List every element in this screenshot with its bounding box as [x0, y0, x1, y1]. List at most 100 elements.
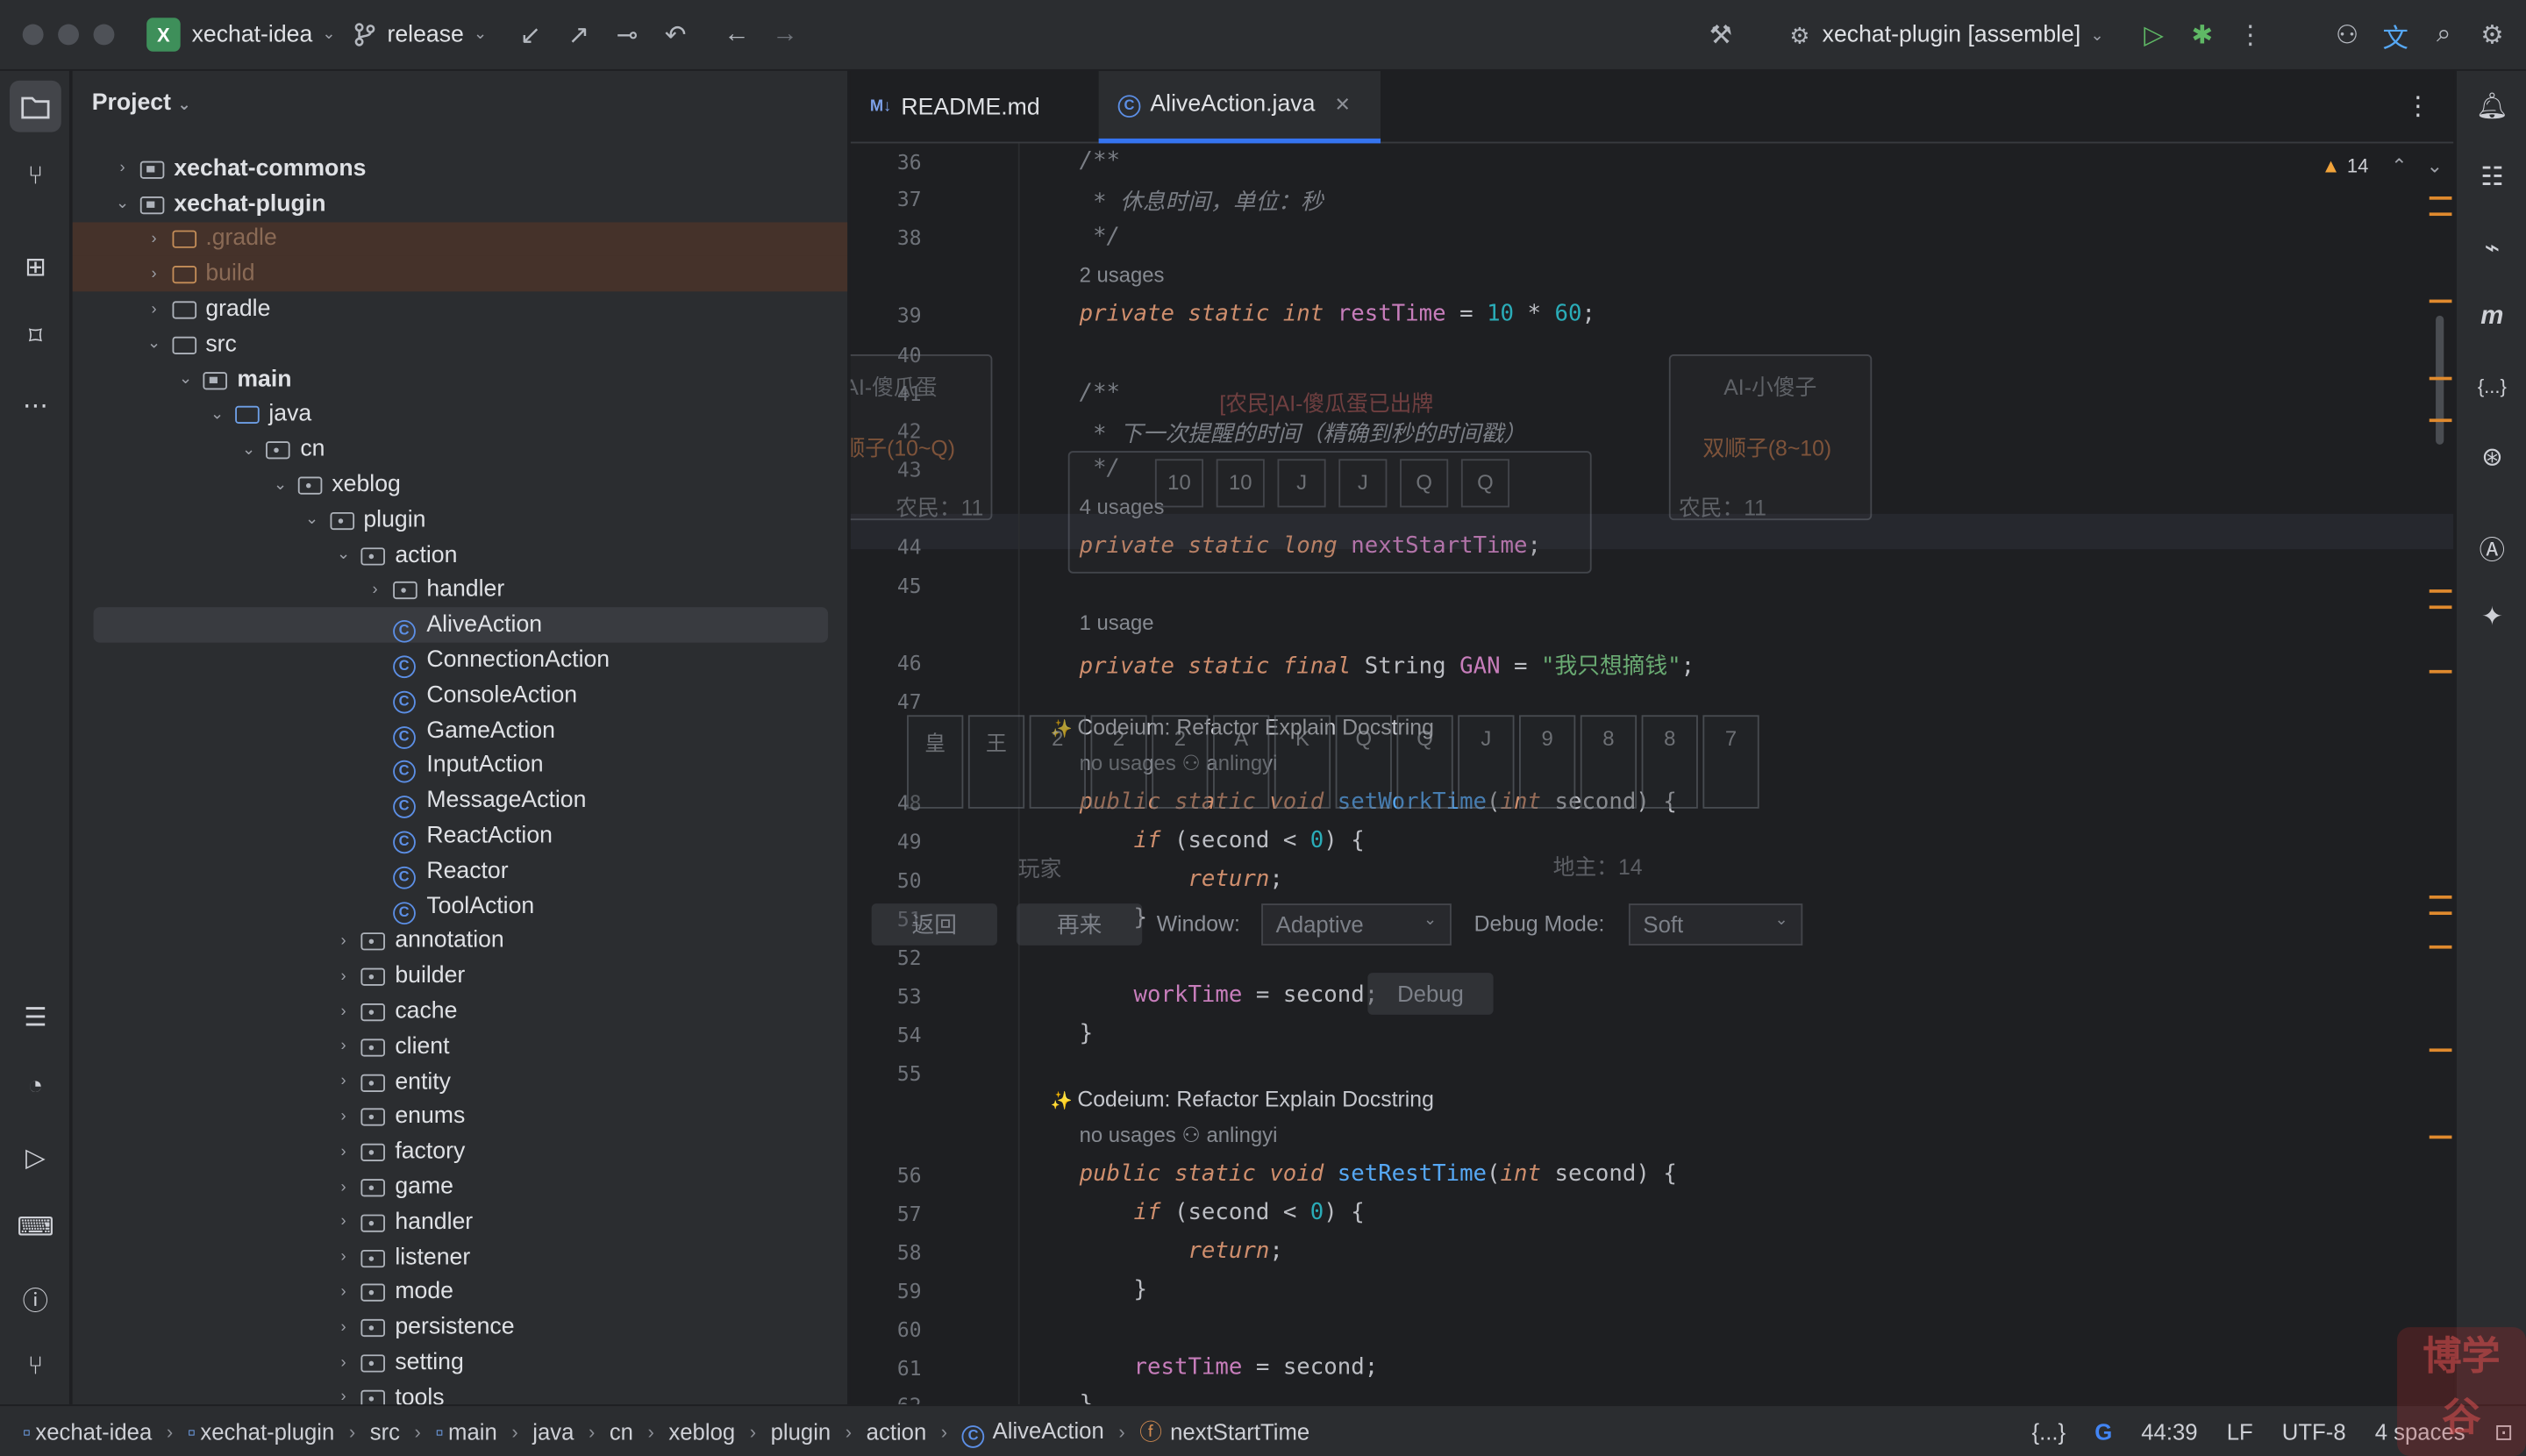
error-stripe-mark[interactable]	[2429, 669, 2452, 674]
error-stripe-mark[interactable]	[2429, 605, 2452, 610]
json-icon[interactable]: {...}	[2470, 364, 2515, 409]
chevron-down-icon[interactable]: ⌄	[474, 25, 487, 43]
chevron-right-icon[interactable]: ›	[332, 1178, 355, 1195]
maven-icon[interactable]: m	[2470, 295, 2515, 339]
line-number[interactable]: 62	[873, 1393, 922, 1404]
tree-item[interactable]: ⌄ java	[73, 397, 847, 432]
chevron-right-icon[interactable]: ›	[332, 1248, 355, 1266]
tree-item[interactable]: ⌄ src	[73, 327, 847, 362]
chevron-down-icon[interactable]: ⌄	[206, 406, 229, 424]
tab-aliveaction[interactable]: C AliveAction.java ✕	[1098, 70, 1381, 144]
json-status[interactable]: {...}	[2032, 1419, 2066, 1445]
breadcrumb-item[interactable]: ▫ xechat-idea	[23, 1418, 153, 1444]
tree-item[interactable]: ⌄ cn	[73, 432, 847, 467]
problems-tool-icon[interactable]: ⓘ	[10, 1273, 61, 1324]
line-number[interactable]: 43	[873, 458, 922, 482]
gradle-icon[interactable]: ⌁	[2470, 225, 2515, 270]
tree-item[interactable]: ⌄ action	[73, 538, 847, 573]
tree-item[interactable]: › xechat-commons	[73, 152, 847, 187]
chevron-right-icon[interactable]: ›	[332, 1319, 355, 1337]
tree-item[interactable]: › build	[72, 256, 848, 292]
more-icon[interactable]: ⋮	[2226, 11, 2274, 60]
tree-item[interactable]: › setting	[73, 1345, 847, 1381]
commit-tool-icon[interactable]: ⑂	[10, 152, 61, 203]
error-stripe-mark[interactable]	[2429, 1048, 2452, 1053]
tree-item[interactable]: › handler	[73, 1205, 847, 1240]
line-number[interactable]: 42	[873, 418, 922, 443]
tree-item[interactable]: ⌄ plugin	[73, 503, 847, 538]
endpoints-icon[interactable]: ⊛	[2470, 435, 2515, 480]
debug-icon[interactable]: ✱	[2178, 11, 2226, 60]
tree-item[interactable]: C AliveAction	[73, 608, 847, 644]
chevron-right-icon[interactable]: ›	[332, 932, 355, 950]
error-stripe-mark[interactable]	[2429, 212, 2452, 217]
run-icon[interactable]: ▷	[2130, 11, 2178, 60]
usage-hint[interactable]: 2 usages	[1080, 262, 1165, 287]
chevron-down-icon[interactable]: ⌄	[322, 25, 335, 43]
line-number[interactable]: 56	[873, 1163, 922, 1188]
chevron-down-icon[interactable]: ⌄	[2090, 26, 2103, 44]
breadcrumb-item[interactable]: xeblog	[668, 1418, 735, 1444]
chevron-down-icon[interactable]: ⌄	[301, 511, 324, 529]
line-number[interactable]: 39	[873, 303, 922, 327]
error-stripe-mark[interactable]	[2429, 589, 2452, 593]
hammer-icon[interactable]: ⚒	[1696, 11, 1745, 60]
project-tool-icon[interactable]	[10, 80, 61, 132]
breadcrumb-item[interactable]: action	[867, 1418, 927, 1444]
tree-item[interactable]: C ToolAction	[73, 889, 847, 924]
chevron-right-icon[interactable]: ›	[332, 1284, 355, 1302]
error-stripe-mark[interactable]	[2429, 1135, 2452, 1139]
close-icon[interactable]: ✕	[1334, 94, 1350, 117]
usage-hint[interactable]: no usages ⚇ anlingyi	[1080, 751, 1278, 776]
chevron-right-icon[interactable]: ›	[332, 1038, 355, 1055]
tree-item[interactable]: › listener	[73, 1240, 847, 1275]
commit-icon[interactable]: ⊸	[603, 11, 651, 59]
google-icon[interactable]: G	[2094, 1419, 2112, 1445]
bookmarks-tool-icon[interactable]: ⌑	[10, 310, 61, 362]
window-select[interactable]: Adaptive ⌄	[1261, 903, 1452, 946]
profiler-tool-icon[interactable]: ◔	[10, 1061, 61, 1113]
line-number[interactable]: 61	[873, 1356, 922, 1381]
tree-item[interactable]: › game	[73, 1169, 847, 1204]
tree-item[interactable]: ⌄ main	[73, 362, 847, 397]
line-number[interactable]: 57	[873, 1202, 922, 1226]
git-branch-icon[interactable]	[348, 11, 381, 59]
chevron-up-icon[interactable]: ⌃	[2391, 154, 2407, 177]
chevron-right-icon[interactable]: ›	[332, 1073, 355, 1090]
codeium-lens[interactable]: ✨ Codeium: Refactor Explain Docstring	[1051, 715, 1434, 739]
chevron-right-icon[interactable]: ›	[143, 266, 166, 283]
breadcrumb-item[interactable]: src	[370, 1418, 400, 1444]
breadcrumb-item[interactable]: ▫ xechat-plugin	[188, 1418, 335, 1444]
search-icon[interactable]: ⌕	[2420, 11, 2468, 60]
tree-item[interactable]: › handler	[73, 573, 847, 608]
more-icon[interactable]: ⋮	[2405, 90, 2430, 123]
tree-item[interactable]: › client	[73, 1029, 847, 1064]
line-number[interactable]: 44	[873, 535, 922, 560]
line-number[interactable]: 54	[873, 1023, 922, 1047]
line-number[interactable]: 49	[873, 830, 922, 854]
chevron-down-icon[interactable]: ⌄	[2427, 154, 2443, 177]
chevron-down-icon[interactable]: ⌄	[111, 196, 134, 213]
line-number[interactable]: 59	[873, 1279, 922, 1303]
breadcrumb-item[interactable]: plugin	[771, 1418, 831, 1444]
usage-hint[interactable]: 4 usages	[1080, 495, 1165, 519]
tree-item[interactable]: C InputAction	[73, 748, 847, 784]
line-number[interactable]: 53	[873, 984, 922, 1009]
line-number[interactable]: 58	[873, 1240, 922, 1265]
services-tool-icon[interactable]: ▷	[10, 1132, 61, 1184]
debug-button[interactable]: Debug	[1367, 973, 1494, 1015]
error-stripe-mark[interactable]	[2429, 299, 2452, 303]
chevron-down-icon[interactable]: ⌄	[332, 546, 355, 564]
chevron-down-icon[interactable]: ⌄	[175, 371, 197, 389]
file-encoding[interactable]: UTF-8	[2282, 1419, 2346, 1445]
chevron-down-icon[interactable]: ⌄	[269, 476, 292, 494]
push-icon[interactable]: ↗	[554, 11, 603, 59]
tree-item[interactable]: › tools	[73, 1381, 847, 1405]
database-icon[interactable]: ☷	[2470, 154, 2515, 199]
tree-item[interactable]: › gradle	[73, 292, 847, 327]
tree-item[interactable]: › annotation	[73, 924, 847, 959]
tab-readme[interactable]: M↓ README.md	[851, 71, 1095, 144]
error-stripe-mark[interactable]	[2429, 418, 2452, 423]
add-user-icon[interactable]: ⚇	[2323, 11, 2372, 60]
chevron-right-icon[interactable]: ›	[332, 1108, 355, 1125]
